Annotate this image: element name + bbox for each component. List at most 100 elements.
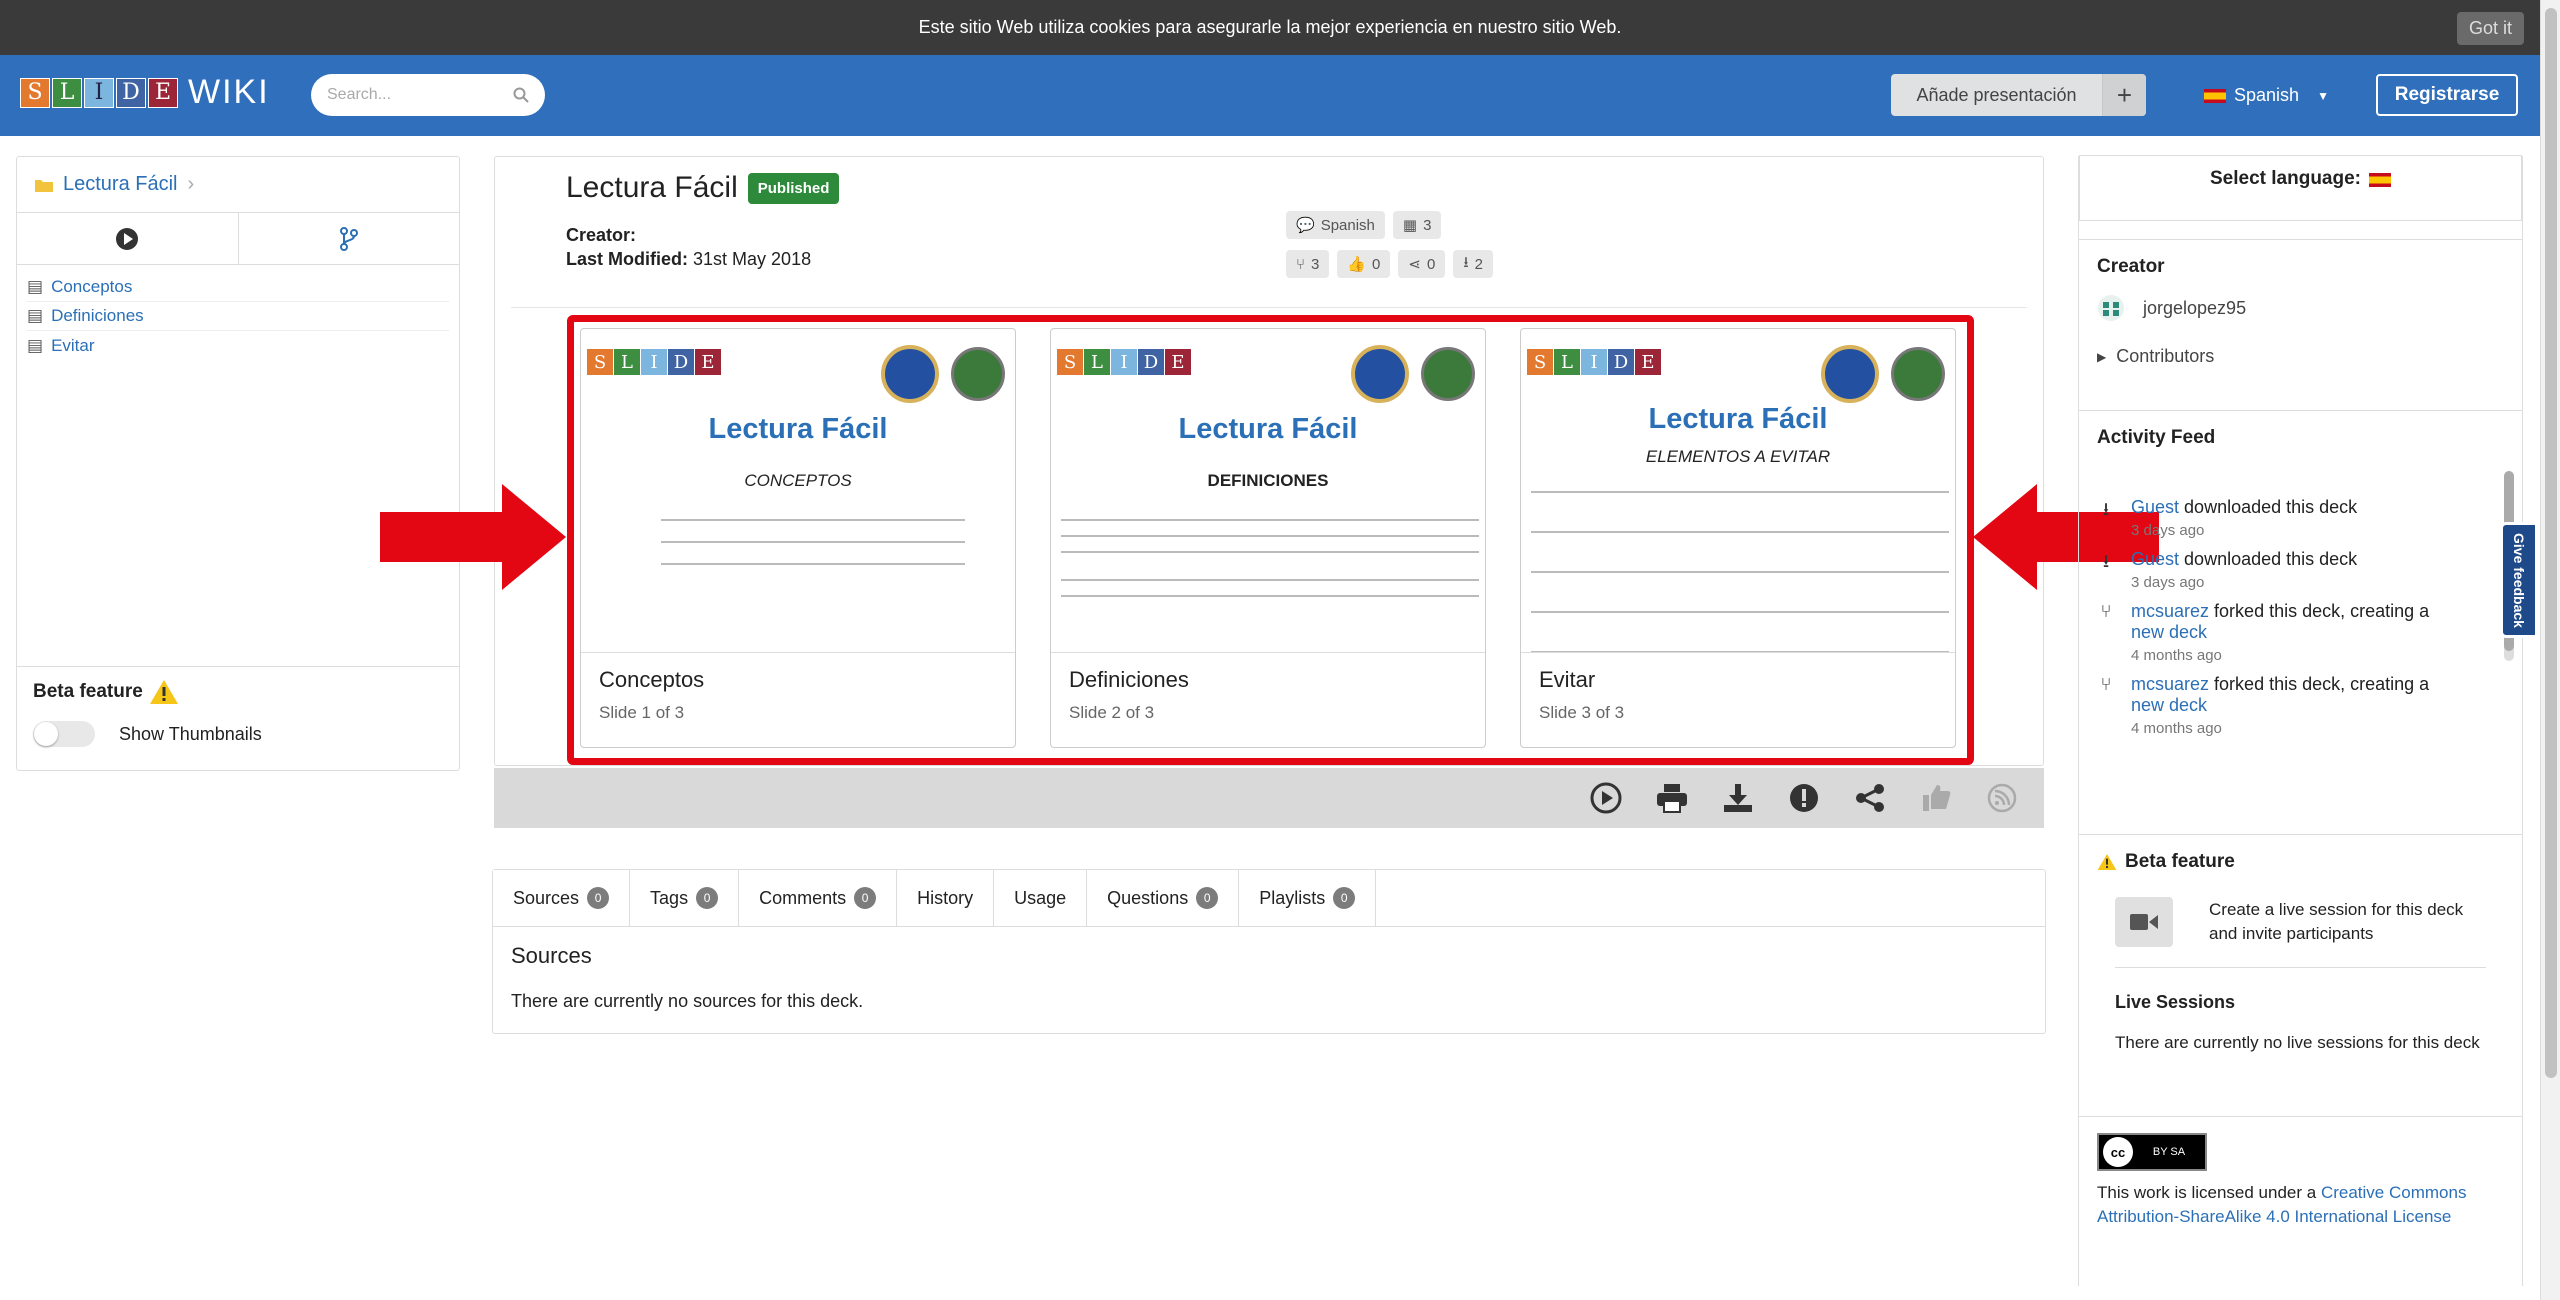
logo-wiki-text: WIKI: [188, 73, 270, 111]
tab-usage[interactable]: Usage: [994, 870, 1088, 926]
slide-card[interactable]: SLIDE Lectura Fácil CONCEPTOS Conceptos …: [580, 328, 1016, 748]
fork-tab[interactable]: [239, 213, 460, 264]
download-icon: ⭳: [1463, 253, 1469, 271]
download-icon: ⭳: [2102, 499, 2110, 519]
activity-user-link[interactable]: mcsuarez: [2131, 601, 2209, 621]
rss-icon[interactable]: [1982, 778, 2022, 818]
tab-bar: Sources 0 Tags 0 Comments 0 History Usage Q…: [493, 870, 2045, 927]
show-thumbnails-toggle[interactable]: [33, 721, 95, 747]
likes-badge: 👍 0: [1337, 250, 1391, 278]
language-badge-label: Spanish: [1320, 216, 1375, 234]
tab-label: Tags: [650, 887, 689, 908]
logo-letter: S: [20, 77, 50, 108]
register-button[interactable]: Registrarse: [2376, 74, 2518, 116]
deck-tree-panel: Lectura Fácil › ▤ Conceptos ▤ Definiciones…: [16, 156, 460, 771]
give-feedback-tab[interactable]: Give feedback: [2500, 522, 2538, 638]
slide-thumbnail[interactable]: SLIDE Lectura Fácil DEFINICIONES: [1051, 329, 1485, 653]
contributors-toggle[interactable]: ▶ Contributors: [2097, 346, 2504, 367]
add-presentation-button[interactable]: Añade presentación +: [1891, 74, 2146, 116]
tab-label: Sources: [513, 887, 580, 908]
tab-label: Questions: [1107, 887, 1189, 908]
video-camera-icon[interactable]: [2115, 897, 2173, 947]
language-dropdown[interactable]: Spanish ▼: [2204, 85, 2329, 106]
tab-tags[interactable]: Tags 0: [630, 870, 740, 926]
tab-questions[interactable]: Questions 0: [1087, 870, 1240, 926]
sources-heading: Sources: [511, 943, 592, 968]
slidewiki-logo[interactable]: S L I D E WIKI: [20, 73, 270, 112]
select-language[interactable]: Select language:: [2079, 155, 2522, 221]
likes-value: 0: [1372, 255, 1381, 273]
fork-icon: [339, 226, 358, 251]
plus-icon[interactable]: +: [2102, 74, 2146, 116]
fork-icon: ⑂: [2100, 674, 2112, 694]
tab-playlists[interactable]: Playlists 0: [1239, 870, 1377, 926]
spain-flag-icon[interactable]: [2369, 173, 2391, 187]
activity-user-link[interactable]: Guest: [2131, 549, 2179, 569]
logo-letter: E: [695, 349, 721, 375]
search-icon[interactable]: [513, 87, 529, 103]
creator-name[interactable]: jorgelopez95: [2143, 298, 2246, 319]
tab-count: 0: [1196, 887, 1219, 909]
cookie-accept-button[interactable]: Got it: [2456, 12, 2524, 45]
university-seal-icon: [881, 345, 939, 403]
activity-time: 3 days ago: [2131, 574, 2205, 591]
breadcrumb-deck-link[interactable]: Lectura Fácil: [63, 173, 178, 196]
tab-count: 0: [587, 887, 610, 909]
report-icon[interactable]: [1784, 778, 1824, 818]
highlighted-slides-frame: SLIDE Lectura Fácil CONCEPTOS Conceptos …: [567, 315, 1974, 765]
tree-item[interactable]: ▤ Evitar: [27, 331, 449, 360]
cc-license-icon[interactable]: cc BY SA: [2097, 1133, 2207, 1171]
new-deck-link[interactable]: new deck: [2131, 695, 2207, 715]
warning-icon: [149, 680, 178, 704]
slide-thumbnail[interactable]: SLIDE Lectura Fácil ELEMENTOS A EVITAR: [1521, 329, 1955, 653]
play-tab[interactable]: [17, 213, 239, 264]
logo-letter: L: [52, 77, 82, 108]
deck-info: Creator: Last Modified: 31st May 2018: [566, 223, 811, 271]
tab-comments[interactable]: Comments 0: [739, 870, 898, 926]
print-icon[interactable]: [1652, 778, 1692, 818]
warning-icon: [2097, 854, 2117, 870]
page-scrollbar[interactable]: [2540, 0, 2560, 1300]
scrollbar-thumb[interactable]: [2545, 8, 2557, 1078]
activity-user-link[interactable]: Guest: [2131, 497, 2179, 517]
deck-title: Lectura Fácil: [566, 171, 738, 204]
slide-card[interactable]: SLIDE Lectura Fácil DEFINICIONES Definic…: [1050, 328, 1486, 748]
slide-thumbnail[interactable]: SLIDE Lectura Fácil CONCEPTOS: [581, 329, 1015, 653]
last-modified-label: Last Modified:: [566, 249, 688, 269]
last-modified-value: 31st May 2018: [693, 249, 812, 269]
shares-value: 0: [1426, 255, 1436, 273]
license-section: cc BY SA This work is licensed under a C…: [2079, 1117, 2522, 1245]
share-icon[interactable]: [1850, 778, 1890, 818]
slide-heading: Lectura Fácil: [708, 413, 888, 445]
license-prefix: This work is licensed under a: [2097, 1183, 2317, 1202]
tree-item[interactable]: ▤ Conceptos: [27, 273, 449, 302]
play-icon[interactable]: [1586, 778, 1626, 818]
tab-label: Usage: [1014, 887, 1067, 908]
activity-time: 3 days ago: [2131, 522, 2205, 539]
slide-count-value: 3: [1423, 216, 1432, 234]
like-icon[interactable]: [1916, 778, 1956, 818]
show-thumbnails-label: Show Thumbnails: [119, 723, 262, 744]
tree-item[interactable]: ▤ Definiciones: [27, 302, 449, 331]
download-icon: ⭳: [2102, 551, 2110, 571]
download-icon[interactable]: [1718, 778, 1758, 818]
slide-card[interactable]: SLIDE Lectura Fácil ELEMENTOS A EVITAR E…: [1520, 328, 1956, 748]
slide-subtitle: ELEMENTOS A EVITAR: [1645, 447, 1831, 466]
slide-title: Evitar: [1539, 667, 1596, 692]
file-icon: ▤: [27, 335, 44, 355]
activity-item: ⭳ Guest downloaded this deck 3 days ago: [2097, 549, 2504, 591]
new-deck-link[interactable]: new deck: [2131, 622, 2207, 642]
tab-count: 0: [854, 887, 877, 909]
search-input[interactable]: Search...: [311, 74, 545, 116]
tab-history[interactable]: History: [897, 870, 995, 926]
tab-sources[interactable]: Sources 0: [493, 870, 631, 926]
beta-feature-box: Beta feature Show Thumbnails: [17, 666, 459, 770]
activity-user-link[interactable]: mcsuarez: [2131, 674, 2209, 694]
avatar[interactable]: [2097, 294, 2125, 322]
tab-label: Playlists: [1259, 887, 1326, 908]
sources-empty-text: There are currently no sources for this …: [511, 991, 864, 1011]
slidewiki-mini-logo: SLIDE: [1057, 349, 1192, 375]
logo-letter: S: [587, 349, 613, 375]
activity-text: forked this deck, creating a: [2214, 674, 2430, 694]
forks-value: 3: [1311, 255, 1320, 273]
